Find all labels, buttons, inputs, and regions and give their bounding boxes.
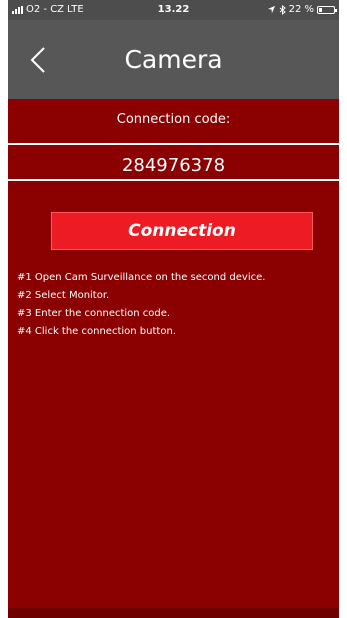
instruction-step: #4 Click the connection button. [17,326,176,337]
divider-top [8,143,339,145]
instruction-step: #3 Enter the connection code. [17,308,171,319]
instruction-step: #2 Select Monitor. [17,290,110,301]
battery-percent: 22 % [288,4,314,15]
page-title: Camera [124,45,223,74]
connection-code-value: 284976378 [121,155,226,176]
app-screen: O2 - CZ LTE 13.22 22 % Camera Connection… [8,0,339,618]
divider-bottom [8,179,339,181]
bluetooth-icon [279,4,286,15]
instruction-step: #1 Open Cam Surveillance on the second d… [17,272,266,283]
location-arrow-icon [267,5,275,14]
instructions-list: #1 Open Cam Surveillance on the second d… [17,269,333,341]
bottom-bar [8,608,339,618]
connection-code-label: Connection code: [116,112,231,127]
connection-button[interactable]: Connection [51,212,313,250]
nav-bar: Camera [8,20,339,99]
status-bar: O2 - CZ LTE 13.22 22 % [8,0,339,20]
battery-icon [317,5,337,14]
status-right: 22 % [267,4,337,15]
